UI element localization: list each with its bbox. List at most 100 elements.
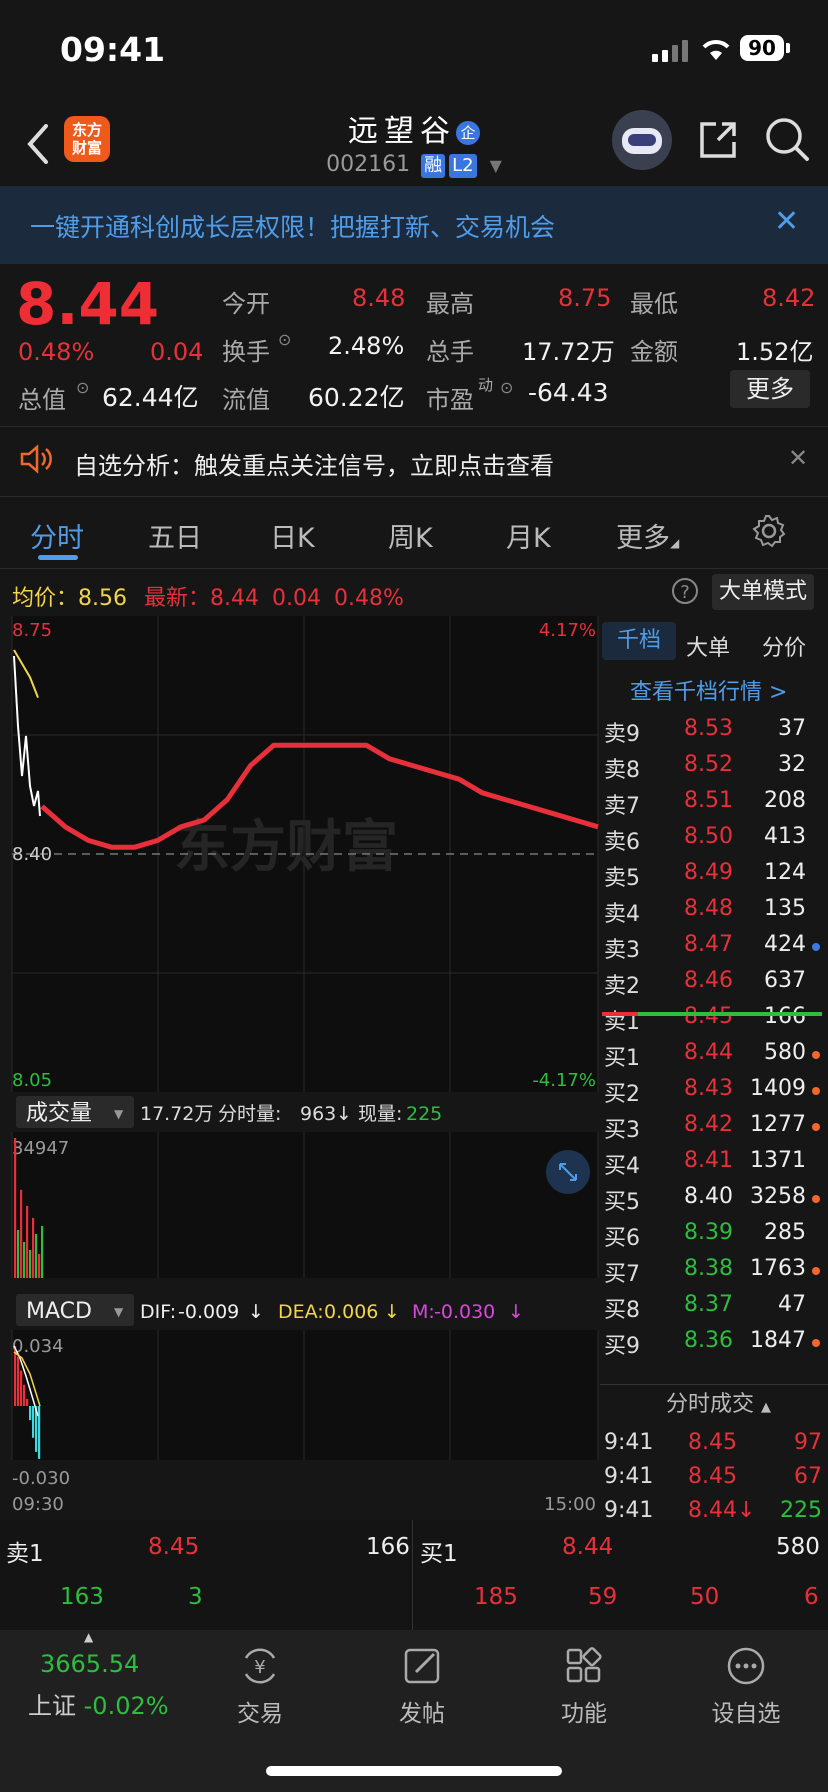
pe-label: 市盈 xyxy=(426,386,474,414)
tick-price: 8.45 xyxy=(688,1464,737,1489)
ask-row[interactable]: 卖7 8.51 208 xyxy=(600,784,828,820)
bid-row[interactable]: 买5 8.40 3258 xyxy=(600,1180,828,1216)
ask-row[interactable]: 卖9 8.53 37 xyxy=(600,712,828,748)
margin-tag: 融 xyxy=(421,154,446,178)
macd-bar xyxy=(20,1370,23,1406)
m-label: M: xyxy=(412,1301,435,1323)
tab-five-day[interactable]: 五日 xyxy=(148,516,202,555)
pe-info-icon[interactable]: ⊙ xyxy=(500,378,513,397)
level-price: 8.39 xyxy=(684,1220,733,1245)
divider xyxy=(0,496,828,497)
level-volume: 47 xyxy=(778,1292,806,1317)
level-volume: 3258 xyxy=(750,1184,806,1209)
bid-row[interactable]: 买3 8.42 1277 xyxy=(600,1108,828,1144)
tab-week-k[interactable]: 周K xyxy=(388,516,433,555)
level-volume: 424 xyxy=(764,932,806,957)
ask-row[interactable]: 卖6 8.50 413 xyxy=(600,820,828,856)
robot-assistant-icon[interactable] xyxy=(612,110,672,170)
nav-trade[interactable]: ¥ 交易 xyxy=(200,1630,320,1728)
ask-row[interactable]: 卖8 8.52 32 xyxy=(600,748,828,784)
bid-row[interactable]: 买1 8.44 580 xyxy=(600,1036,828,1072)
turnover-value: 2.48% xyxy=(328,332,405,360)
turnover-info-icon[interactable]: ⊙ xyxy=(278,330,291,349)
tick-price: 8.45 xyxy=(688,1430,737,1455)
bid-row[interactable]: 买4 8.41 1371 xyxy=(600,1144,828,1180)
bid-row[interactable]: 买6 8.39 285 xyxy=(600,1216,828,1252)
bid-row[interactable]: 买9 8.36 1847 xyxy=(600,1324,828,1360)
level-price: 8.45 xyxy=(684,1004,733,1029)
nav-functions[interactable]: 功能 xyxy=(524,1630,644,1728)
promo-banner[interactable]: 一键开通科创成长层权限！把握打新、交易机会 ✕ xyxy=(0,186,828,264)
share-icon[interactable] xyxy=(698,118,738,160)
level-price: 8.48 xyxy=(684,896,733,921)
order-dot xyxy=(812,1087,820,1095)
level-volume: 1847 xyxy=(750,1328,806,1353)
pe-sup: 动 xyxy=(478,376,494,394)
pe-value: -64.43 xyxy=(528,378,609,407)
macd-bar xyxy=(17,1356,20,1406)
avg-label: 均价： xyxy=(12,586,79,611)
level-volume: 166 xyxy=(764,1004,806,1029)
index-value[interactable]: 3665.54 xyxy=(40,1650,139,1678)
order-dot xyxy=(812,943,820,951)
index-name: 上证 xyxy=(28,1692,76,1720)
macd-bar xyxy=(14,1346,17,1406)
x-label-open: 09:30 xyxy=(12,1494,64,1515)
help-icon[interactable]: ? xyxy=(672,578,698,604)
level-label: 卖5 xyxy=(604,866,640,891)
notice-close-icon[interactable]: ✕ xyxy=(788,444,808,472)
search-icon[interactable] xyxy=(764,116,810,162)
enterprise-badge: 企 xyxy=(456,120,480,145)
y-label-ref: 8.40 xyxy=(12,844,52,865)
level-label: 买1 xyxy=(604,1046,640,1071)
ask-row[interactable]: 卖4 8.48 135 xyxy=(600,892,828,928)
level-volume: 37 xyxy=(778,716,806,741)
settings-gear-icon[interactable] xyxy=(752,514,786,548)
tab-more[interactable]: 更多◢ xyxy=(616,516,679,555)
ask-row[interactable]: 卖1 8.45 166 xyxy=(600,1000,828,1036)
minute-vol-label: 分时量: xyxy=(218,1103,281,1125)
tab-big-orders[interactable]: 大单 xyxy=(686,630,730,662)
ask-row[interactable]: 卖5 8.49 124 xyxy=(600,856,828,892)
big-order-mode-button[interactable]: 大单模式 xyxy=(712,574,814,610)
change-percent: 0.48% xyxy=(18,338,95,366)
bid-row[interactable]: 买2 8.43 1409 xyxy=(600,1072,828,1108)
index-row[interactable]: 上证 -0.02% xyxy=(28,1686,169,1721)
tick-time: 9:41 xyxy=(604,1430,654,1455)
open-label: 今开 xyxy=(222,290,270,318)
nav-post[interactable]: 发帖 xyxy=(362,1630,482,1728)
tab-day-k[interactable]: 日K xyxy=(270,516,315,555)
order-dot xyxy=(812,1267,820,1275)
ask-row[interactable]: 卖2 8.46 637 xyxy=(600,964,828,1000)
bottom-right-value-2: 59 xyxy=(588,1584,618,1610)
info-icon[interactable]: ⊙ xyxy=(76,378,89,397)
bid-row[interactable]: 买7 8.38 1763 xyxy=(600,1252,828,1288)
macd-min-label: -0.030 xyxy=(12,1468,70,1489)
banner-close-icon[interactable]: ✕ xyxy=(774,204,799,239)
level-price: 8.37 xyxy=(684,1292,733,1317)
tab-price-dist[interactable]: 分价 xyxy=(762,630,806,662)
tab-month-k[interactable]: 月K xyxy=(506,516,551,555)
ask-row[interactable]: 卖3 8.47 424 xyxy=(600,928,828,964)
tab-intraday[interactable]: 分时 xyxy=(30,516,84,555)
bid-row[interactable]: 买8 8.37 47 xyxy=(600,1288,828,1324)
macd-bar xyxy=(29,1406,32,1421)
macd-bar xyxy=(26,1398,29,1406)
bottom-right-value-1: 185 xyxy=(474,1584,518,1610)
nav-functions-label: 功能 xyxy=(561,1701,607,1727)
volume-bar xyxy=(26,1205,29,1278)
level-label: 买2 xyxy=(604,1082,640,1107)
depth-link[interactable]: 查看千档行情 > xyxy=(630,674,787,706)
nav-trade-label: 交易 xyxy=(237,1701,283,1727)
nav-add-watchlist[interactable]: 设自选 xyxy=(686,1630,806,1728)
ticks-title[interactable]: 分时成交 ▲ xyxy=(666,1386,771,1418)
stock-code: 002161 xyxy=(326,152,411,177)
level-price: 8.41 xyxy=(684,1148,733,1173)
dea-value: 0.006 xyxy=(324,1301,378,1323)
level-volume: 208 xyxy=(764,788,806,813)
intraday-chart[interactable]: 东方财富 8.75 8.40 8.05 4.17% -4.17% 成交量 ▼ 1… xyxy=(0,616,600,1516)
more-button[interactable]: 更多 xyxy=(730,370,810,408)
level-label: 卖7 xyxy=(604,794,640,819)
notice-bar[interactable]: 自选分析：触发重点关注信号，立即点击查看 ✕ xyxy=(0,428,828,494)
tab-depth[interactable]: 千档 xyxy=(602,622,676,660)
